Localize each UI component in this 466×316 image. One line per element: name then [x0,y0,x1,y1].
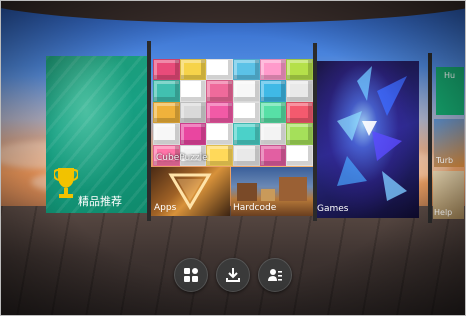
apps-grid-button[interactable] [174,258,208,292]
trophy-icon [54,168,78,198]
cube-artwork [153,59,313,166]
tile-right-bottom[interactable]: Help [433,171,464,219]
tile-right-top[interactable]: Hu [436,67,464,115]
vr-launcher-screen: 精品推荐 CubePuzzle Apps Hardcode Games Hu T… [0,0,466,316]
tile-right-top-label: Hu [444,71,456,80]
tile-hardcode-label: Hardcode [233,203,277,213]
panel-divider [428,53,432,223]
profile-button[interactable] [258,258,292,292]
tile-cubepuzzle[interactable]: CubePuzzle [153,59,313,166]
apps-grid-icon [184,268,198,282]
tile-right-middle-label: Turb [436,156,454,165]
tile-recommended-label: 精品推荐 [78,195,122,208]
tile-right-middle[interactable]: Turb [434,119,464,167]
profile-list-icon [268,269,282,281]
tile-right-bottom-label: Help [434,208,453,217]
download-icon [226,268,240,282]
tile-apps[interactable]: Apps [151,167,230,216]
tile-cubepuzzle-label: CubePuzzle [156,153,208,163]
tile-apps-label: Apps [154,203,177,213]
tile-games[interactable]: Games [317,61,419,218]
tile-recommended[interactable]: 精品推荐 [46,56,147,213]
games-artwork [337,66,407,201]
tile-games-label: Games [317,204,349,214]
tile-hardcode[interactable]: Hardcode [231,167,313,216]
download-button[interactable] [216,258,250,292]
bottom-dock [174,258,292,292]
